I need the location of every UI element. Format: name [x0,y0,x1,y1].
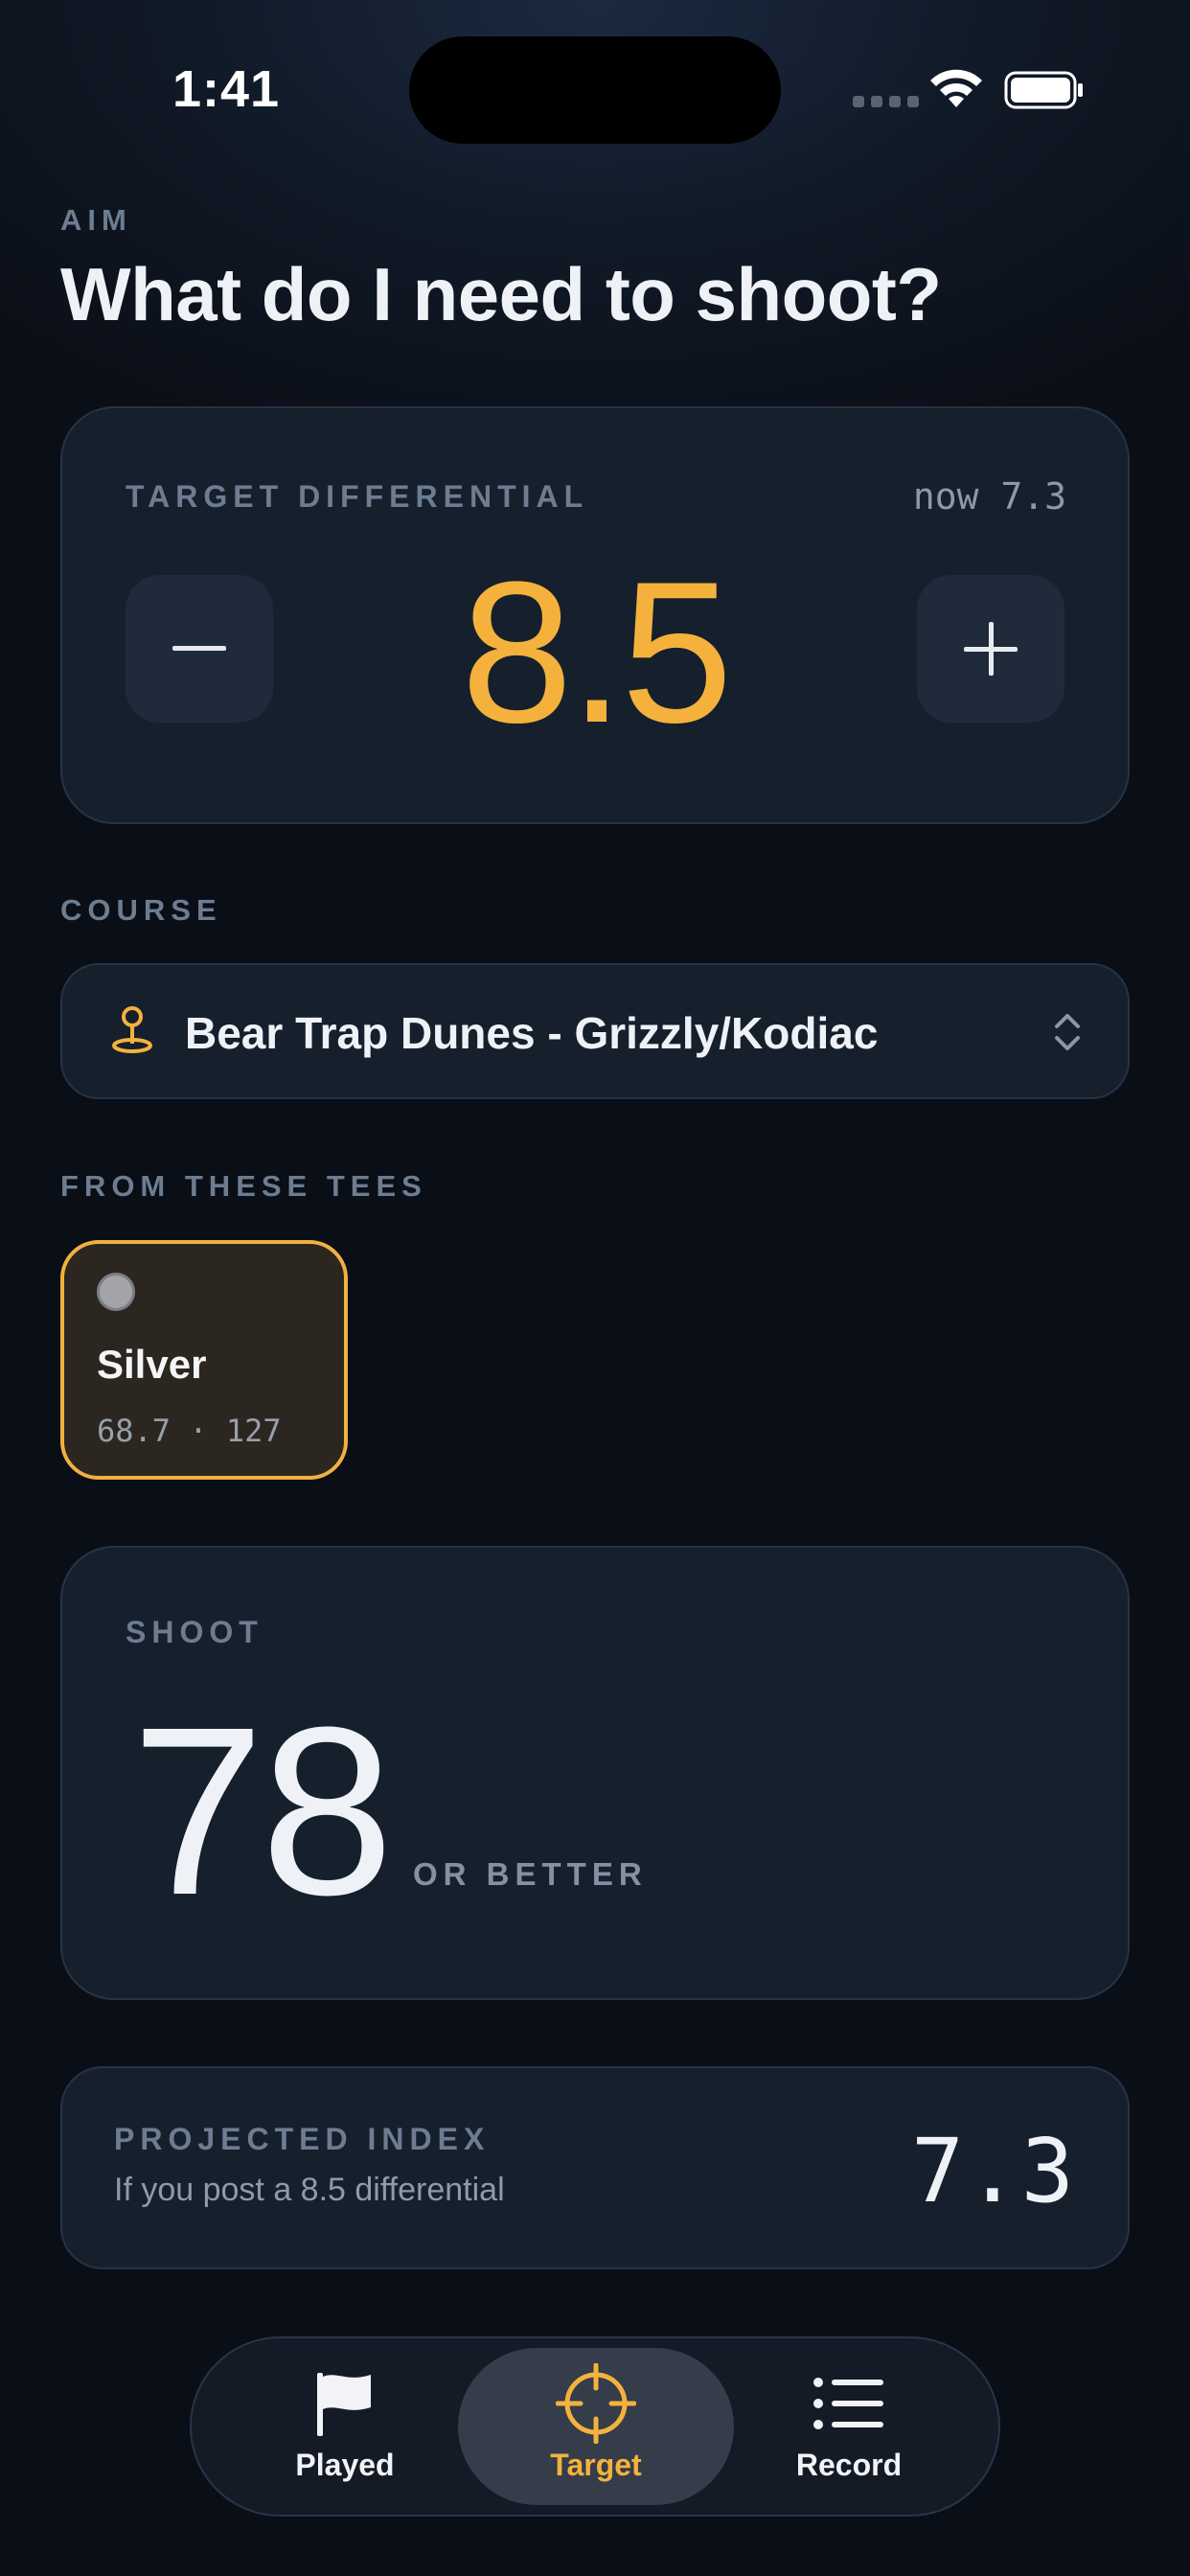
projected-index-subtitle: If you post a 8.5 differential [114,2172,505,2208]
tab-target[interactable]: Target [458,2348,734,2505]
increment-button[interactable] [917,575,1064,723]
shoot-suffix: OR BETTER [413,1856,648,1892]
current-differential: now 7.3 [912,475,1066,518]
page-eyebrow: AIM [60,203,132,237]
course-section-label: COURSE [60,893,222,927]
tee-color-dot [97,1273,135,1311]
tee-option-silver[interactable]: Silver 68.7 · 127 [60,1240,348,1480]
dynamic-island [409,36,781,144]
shoot-card: SHOOT 78 OR BETTER [60,1546,1130,2000]
course-picker[interactable]: Bear Trap Dunes - Grizzly/Kodiac [60,963,1130,1099]
plus-icon [964,622,1018,676]
tab-record-label: Record [795,2448,903,2482]
projected-index-card: PROJECTED INDEX If you post a 8.5 differ… [60,2066,1130,2269]
projected-index-label: PROJECTED INDEX [114,2122,491,2156]
status-time: 1:41 [172,60,281,118]
tee-name: Silver [97,1342,207,1387]
target-differential-card: TARGET DIFFERENTIAL now 7.3 8.5 [60,406,1130,824]
chevron-up-down-icon [1055,1014,1080,1050]
projected-index-value: 7.3 [910,2120,1076,2222]
golf-pin-icon [112,1006,152,1053]
target-screen: 1:41 AIM What do I need to shoot? TARGET… [0,0,1190,2576]
tab-played[interactable]: Played [207,2348,483,2505]
wifi-icon [930,69,982,107]
battery-icon [1004,71,1083,109]
tab-played-label: Played [295,2448,395,2482]
tees-section-label: FROM THESE TEES [60,1169,427,1203]
crosshair-icon [556,2363,636,2444]
tee-rating-slope: 68.7 · 127 [97,1413,282,1449]
cellular-signal-icon [853,96,919,107]
shoot-score: 78 [131,1677,394,1944]
page-title: What do I need to shoot? [60,252,942,336]
tab-record[interactable]: Record [711,2348,987,2505]
tab-target-label: Target [550,2448,642,2482]
flag-icon [317,2373,371,2436]
list-icon [813,2378,883,2429]
shoot-label: SHOOT [126,1615,263,1649]
tab-bar: Played Target Record [190,2336,1000,2517]
course-name: Bear Trap Dunes - Grizzly/Kodiac [185,1008,879,1058]
target-differential-label: TARGET DIFFERENTIAL [126,479,589,514]
